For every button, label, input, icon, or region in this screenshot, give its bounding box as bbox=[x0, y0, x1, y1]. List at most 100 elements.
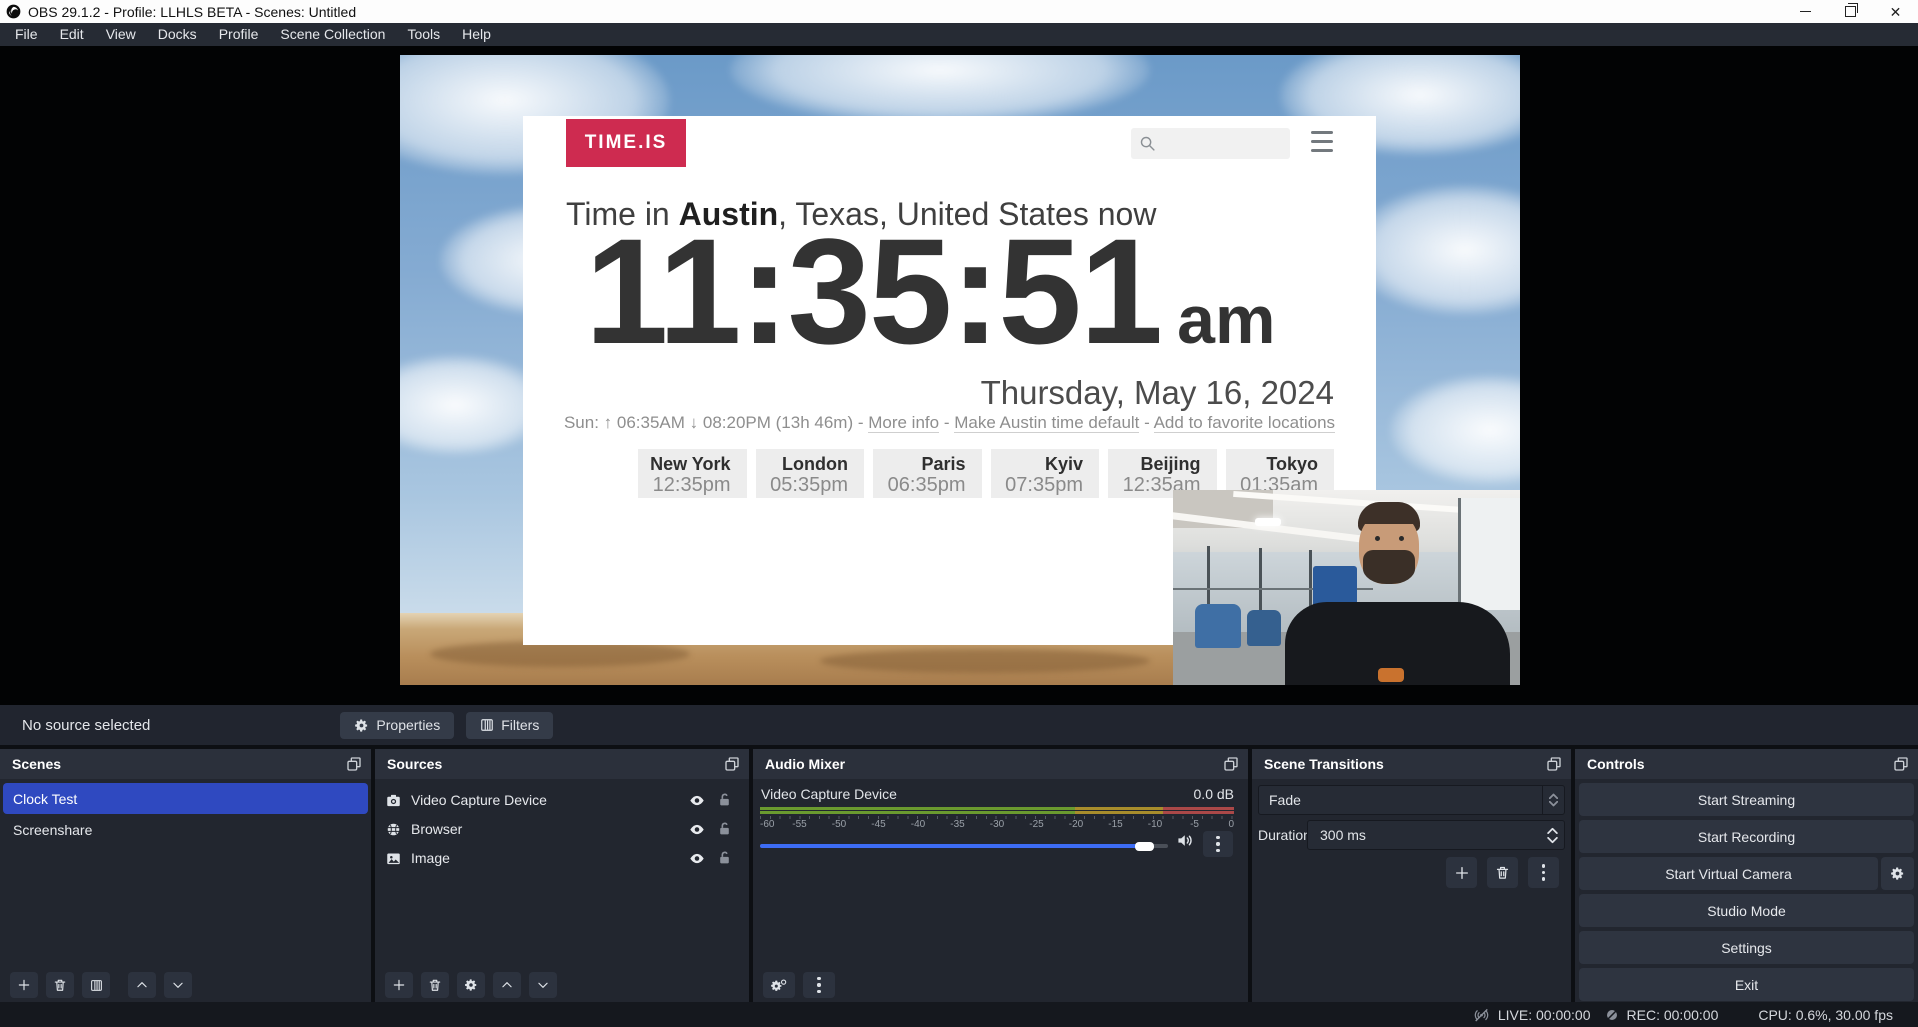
menu-profile[interactable]: Profile bbox=[208, 23, 270, 46]
add-scene-button[interactable] bbox=[10, 972, 38, 998]
menu-docks[interactable]: Docks bbox=[147, 23, 208, 46]
popout-icon[interactable] bbox=[1893, 756, 1909, 772]
chevron-down-icon bbox=[171, 978, 185, 992]
timeis-sun-info: Sun: ↑ 06:35AM ↓ 08:20PM (13h 46m) - Mor… bbox=[523, 413, 1376, 433]
gear-icon bbox=[354, 718, 369, 733]
clock-digits: 11:35:51 bbox=[585, 207, 1161, 375]
menu-tools[interactable]: Tools bbox=[396, 23, 451, 46]
mixer-channel-row: Video Capture Device 0.0 dB bbox=[761, 786, 1234, 802]
spin-arrows bbox=[1547, 827, 1558, 844]
menu-file[interactable]: File bbox=[4, 23, 49, 46]
menu-view[interactable]: View bbox=[95, 23, 147, 46]
duration-value: 300 ms bbox=[1308, 827, 1366, 843]
chevron-down-icon bbox=[536, 978, 550, 992]
lock-icon[interactable] bbox=[718, 822, 731, 836]
source-properties-button[interactable] bbox=[457, 972, 485, 998]
scene-item-clock-test[interactable]: Clock Test bbox=[3, 783, 368, 814]
studio-mode-button[interactable]: Studio Mode bbox=[1579, 894, 1914, 927]
move-scene-up-button[interactable] bbox=[128, 972, 156, 998]
record-inactive-icon bbox=[1605, 1008, 1619, 1022]
popout-icon[interactable] bbox=[1223, 756, 1239, 772]
popout-icon[interactable] bbox=[1546, 756, 1562, 772]
volume-handle[interactable] bbox=[1135, 842, 1154, 851]
close-button[interactable]: ✕ bbox=[1873, 0, 1918, 23]
start-recording-button[interactable]: Start Recording bbox=[1579, 820, 1914, 853]
sources-toolbar bbox=[385, 972, 739, 998]
duration-spinbox[interactable]: 300 ms bbox=[1307, 820, 1565, 850]
transitions-header: Scene Transitions bbox=[1252, 749, 1571, 779]
remove-transition-button[interactable] bbox=[1487, 857, 1518, 888]
remove-scene-button[interactable] bbox=[46, 972, 74, 998]
audio-mixer-panel: Audio Mixer Video Capture Device 0.0 dB … bbox=[753, 749, 1248, 1002]
settings-button[interactable]: Settings bbox=[1579, 931, 1914, 964]
volume-track bbox=[760, 844, 1168, 848]
source-row-image[interactable]: Image bbox=[375, 846, 749, 870]
mixer-menu-button[interactable] bbox=[803, 972, 835, 998]
visibility-eye-icon[interactable] bbox=[689, 823, 705, 836]
mixer-channel-menu-button[interactable] bbox=[1203, 831, 1233, 857]
transition-properties-button[interactable] bbox=[1528, 857, 1559, 888]
restore-button[interactable] bbox=[1828, 0, 1873, 23]
controls-buttons: Start Streaming Start Recording Start Vi… bbox=[1575, 779, 1918, 1001]
transitions-buttons bbox=[1446, 857, 1559, 888]
lock-icon[interactable] bbox=[718, 793, 731, 807]
advanced-audio-button[interactable] bbox=[763, 972, 795, 998]
speaker-icon[interactable] bbox=[1177, 833, 1194, 848]
chevron-up-icon bbox=[1549, 793, 1558, 799]
popout-icon[interactable] bbox=[724, 756, 740, 772]
search-icon bbox=[1139, 135, 1156, 152]
virtual-camera-config-button[interactable] bbox=[1881, 857, 1914, 890]
scene-preview-canvas[interactable]: TIME.IS Time in Austin, Texas, United St… bbox=[400, 55, 1520, 685]
transition-selected-value: Fade bbox=[1259, 792, 1301, 808]
add-transition-button[interactable] bbox=[1446, 857, 1477, 888]
menu-edit[interactable]: Edit bbox=[49, 23, 95, 46]
scene-item-screenshare[interactable]: Screenshare bbox=[3, 814, 368, 845]
cloud bbox=[730, 55, 1150, 125]
scenes-panel-header: Scenes bbox=[0, 749, 371, 779]
chevron-up-icon[interactable] bbox=[1547, 827, 1558, 834]
source-row-browser[interactable]: Browser bbox=[375, 817, 749, 841]
popout-icon[interactable] bbox=[346, 756, 362, 772]
menu-bar: File Edit View Docks Profile Scene Colle… bbox=[0, 23, 1918, 46]
lock-icon[interactable] bbox=[718, 851, 731, 865]
globe-icon bbox=[386, 822, 401, 837]
start-virtual-camera-button[interactable]: Start Virtual Camera bbox=[1579, 857, 1878, 890]
menu-scene-collection[interactable]: Scene Collection bbox=[269, 23, 396, 46]
visibility-eye-icon[interactable] bbox=[689, 852, 705, 865]
ceiling-light bbox=[1255, 518, 1281, 526]
move-source-down-button[interactable] bbox=[529, 972, 557, 998]
person-eye bbox=[1399, 536, 1404, 541]
volume-slider[interactable] bbox=[760, 837, 1168, 855]
filters-button[interactable]: Filters bbox=[466, 712, 553, 739]
controls-panel: Controls Start Streaming Start Recording… bbox=[1575, 749, 1918, 1002]
trash-icon bbox=[428, 978, 442, 992]
start-streaming-button[interactable]: Start Streaming bbox=[1579, 783, 1914, 816]
visibility-eye-icon[interactable] bbox=[689, 794, 705, 807]
timeis-logo: TIME.IS bbox=[566, 119, 686, 167]
scene-filters-button[interactable] bbox=[82, 972, 110, 998]
exit-button[interactable]: Exit bbox=[1579, 968, 1914, 1001]
gear-icon bbox=[464, 978, 478, 992]
properties-button[interactable]: Properties bbox=[340, 712, 454, 739]
sources-list: Video Capture Device Browser Image bbox=[375, 779, 749, 870]
plus-icon bbox=[392, 978, 406, 992]
cpu-fps-text: CPU: 0.6%, 30.00 fps bbox=[1758, 1007, 1893, 1023]
move-source-up-button[interactable] bbox=[493, 972, 521, 998]
live-status: LIVE: 00:00:00 bbox=[1473, 1007, 1591, 1023]
add-source-button[interactable] bbox=[385, 972, 413, 998]
person-hair-top bbox=[1358, 502, 1420, 524]
trash-icon bbox=[53, 978, 67, 992]
remove-source-button[interactable] bbox=[421, 972, 449, 998]
audio-mixer-header: Audio Mixer bbox=[753, 749, 1248, 779]
double-gear-icon bbox=[771, 978, 787, 993]
transition-select[interactable]: Fade bbox=[1258, 785, 1565, 815]
chevron-down-icon[interactable] bbox=[1547, 837, 1558, 844]
timeis-search-box bbox=[1131, 128, 1290, 159]
city-box: Paris06:35pm bbox=[873, 449, 982, 498]
add-favorite-link: Add to favorite locations bbox=[1154, 413, 1335, 433]
minimize-button[interactable] bbox=[1783, 0, 1828, 23]
move-scene-down-button[interactable] bbox=[164, 972, 192, 998]
combo-arrows bbox=[1542, 786, 1564, 814]
menu-help[interactable]: Help bbox=[451, 23, 502, 46]
source-row-video-capture[interactable]: Video Capture Device bbox=[375, 788, 749, 812]
